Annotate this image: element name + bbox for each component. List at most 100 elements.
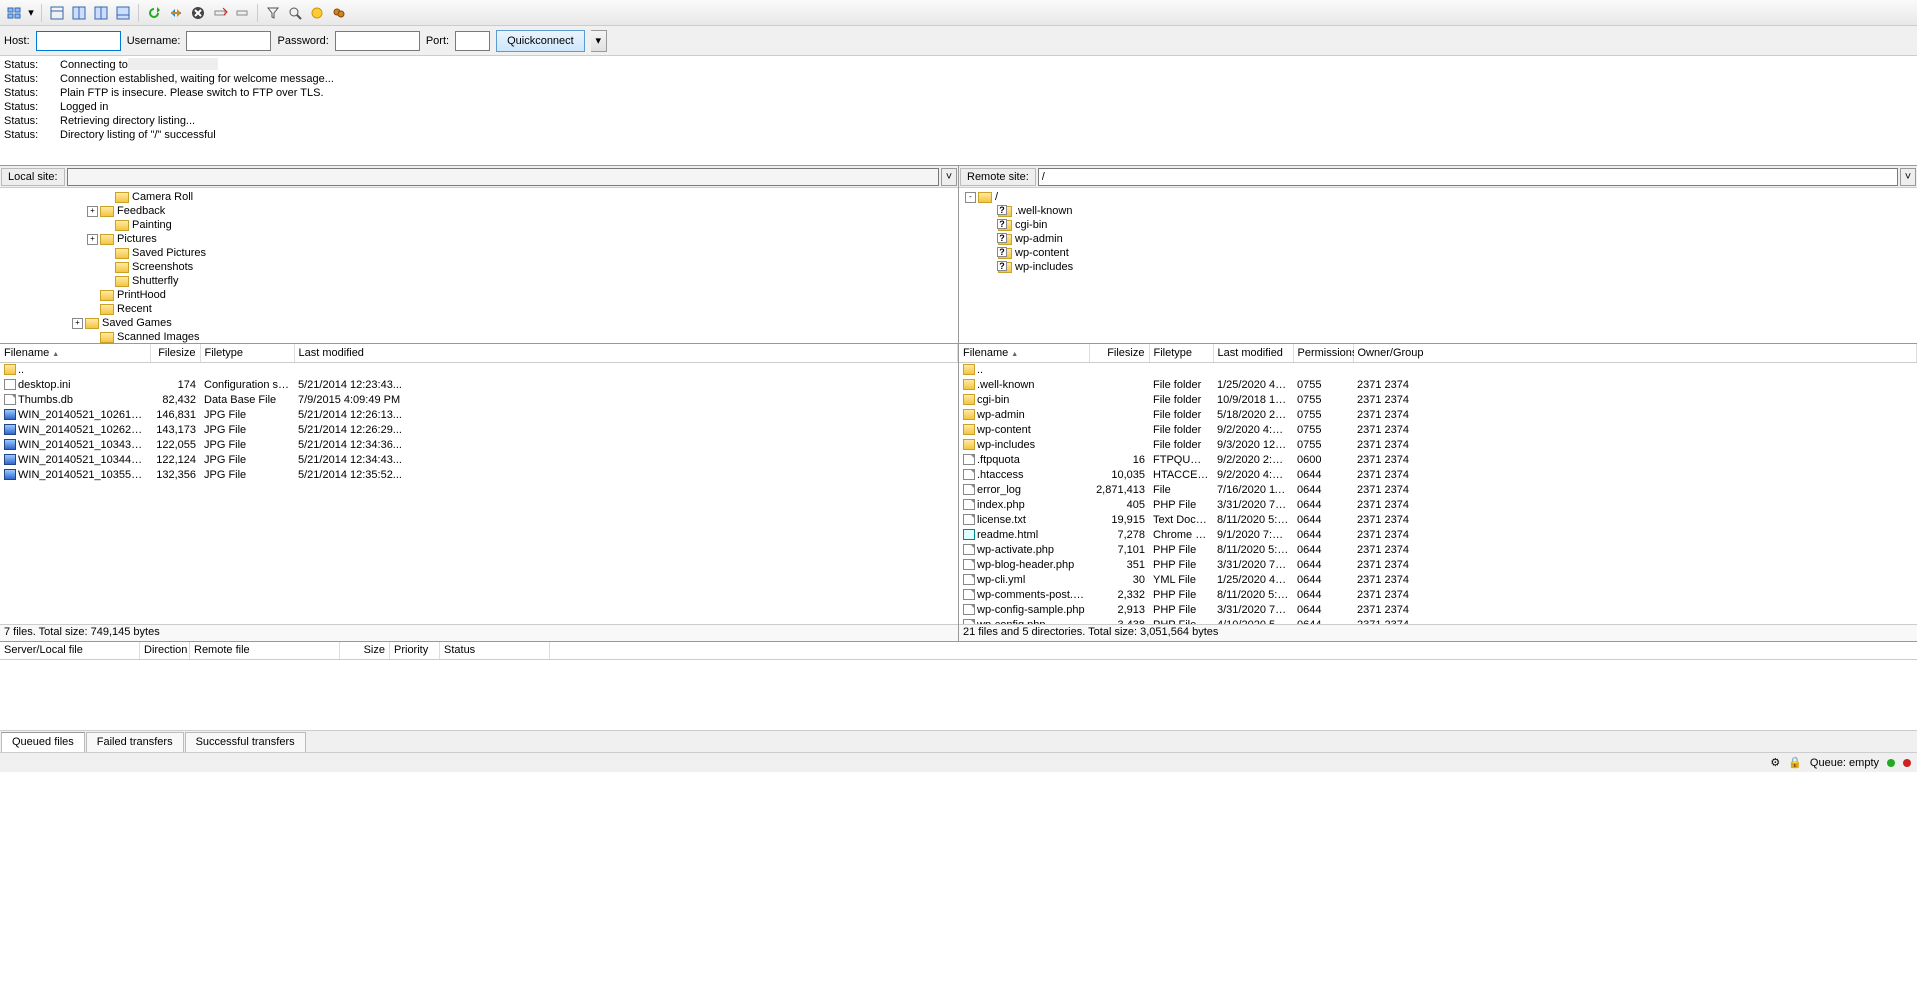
tree-node[interactable]: wp-includes	[961, 260, 1915, 274]
remote-col-filesize[interactable]: Filesize	[1089, 344, 1149, 362]
list-item[interactable]: WIN_20140521_102629.JPG143,173JPG File5/…	[0, 422, 958, 437]
tree-node[interactable]: -/	[961, 190, 1915, 204]
list-item[interactable]: wp-activate.php7,101PHP File8/11/2020 5:…	[959, 542, 1917, 557]
tree-node[interactable]: Shutterfly	[2, 274, 956, 288]
local-file-list[interactable]: Filename▲ Filesize Filetype Last modifie…	[0, 344, 958, 624]
list-item[interactable]: desktop.ini174Configuration setti...5/21…	[0, 377, 958, 392]
compare-icon[interactable]	[307, 3, 327, 23]
list-item[interactable]: .ftpquota16FTPQUOTA...9/2/2020 2:29:4...…	[959, 452, 1917, 467]
queue-col-direction[interactable]: Direction	[140, 642, 190, 659]
find-icon[interactable]	[329, 3, 349, 23]
remote-col-owner[interactable]: Owner/Group	[1353, 344, 1917, 362]
expand-icon[interactable]: +	[87, 234, 98, 245]
list-item[interactable]: WIN_20140521_103552.JPG132,356JPG File5/…	[0, 467, 958, 482]
cancel-icon[interactable]	[188, 3, 208, 23]
folder-icon	[115, 262, 129, 273]
list-item[interactable]: wp-config.php3,438PHP File4/10/2020 5:07…	[959, 617, 1917, 624]
tab-failed-transfers[interactable]: Failed transfers	[86, 732, 184, 752]
refresh-icon[interactable]	[144, 3, 164, 23]
tree-node[interactable]: +Saved Games	[2, 316, 956, 330]
list-item[interactable]: index.php405PHP File3/31/2020 7:26:...06…	[959, 497, 1917, 512]
list-item[interactable]: .well-knownFile folder1/25/2020 4:23:...…	[959, 377, 1917, 392]
list-item[interactable]: wp-comments-post.p...2,332PHP File8/11/2…	[959, 587, 1917, 602]
tree-node[interactable]: +Feedback	[2, 204, 956, 218]
remote-path-dropdown[interactable]: ˅	[1900, 168, 1916, 186]
tab-queued-files[interactable]: Queued files	[1, 732, 85, 752]
local-col-filesize[interactable]: Filesize	[150, 344, 200, 362]
local-path-dropdown[interactable]: ˅	[941, 168, 957, 186]
tree-node[interactable]: Screenshots	[2, 260, 956, 274]
disconnect-icon[interactable]	[210, 3, 230, 23]
tree-node[interactable]: PrintHood	[2, 288, 956, 302]
tree-node[interactable]: .well-known	[961, 204, 1915, 218]
status-log[interactable]: Status:Connecting to Status:Connection e…	[0, 56, 1917, 166]
password-input[interactable]	[335, 31, 420, 51]
dropdown-arrow-icon[interactable]: ▾	[26, 3, 36, 23]
site-manager-icon[interactable]	[4, 3, 24, 23]
remote-col-filename[interactable]: Filename▲	[959, 344, 1089, 362]
list-item[interactable]: license.txt19,915Text Docu...8/11/2020 5…	[959, 512, 1917, 527]
lock-icon[interactable]: 🔒	[1788, 756, 1802, 769]
expand-icon[interactable]: -	[965, 192, 976, 203]
process-queue-icon[interactable]	[166, 3, 186, 23]
list-item[interactable]: WIN_20140521_103436.JPG122,055JPG File5/…	[0, 437, 958, 452]
list-item[interactable]: wp-adminFile folder5/18/2020 2:52:...075…	[959, 407, 1917, 422]
remote-col-modified[interactable]: Last modified	[1213, 344, 1293, 362]
tree-node[interactable]: Scanned Images	[2, 330, 956, 344]
queue-col-server[interactable]: Server/Local file	[0, 642, 140, 659]
list-item[interactable]: readme.html7,278Chrome H...9/1/2020 7:22…	[959, 527, 1917, 542]
list-item[interactable]: .htaccess10,035HTACCESS ...9/2/2020 4:30…	[959, 467, 1917, 482]
tree-node[interactable]: +Pictures	[2, 232, 956, 246]
tree-node[interactable]: Painting	[2, 218, 956, 232]
tree-node[interactable]: Camera Roll	[2, 190, 956, 204]
filter-icon[interactable]	[263, 3, 283, 23]
local-col-filetype[interactable]: Filetype	[200, 344, 294, 362]
queue-col-status[interactable]: Status	[440, 642, 550, 659]
tree-node[interactable]: cgi-bin	[961, 218, 1915, 232]
reconnect-icon[interactable]	[232, 3, 252, 23]
list-item[interactable]: ..	[959, 362, 1917, 377]
quickconnect-history-dropdown[interactable]: ▾	[591, 30, 607, 52]
local-col-filename[interactable]: Filename▲	[0, 344, 150, 362]
tree-node[interactable]: wp-content	[961, 246, 1915, 260]
list-item[interactable]: ..	[0, 362, 958, 377]
tree-node[interactable]: wp-admin	[961, 232, 1915, 246]
local-col-modified[interactable]: Last modified	[294, 344, 958, 362]
local-path-input[interactable]	[67, 168, 939, 186]
tab-successful-transfers[interactable]: Successful transfers	[185, 732, 306, 752]
expand-icon[interactable]: +	[72, 318, 83, 329]
remote-file-list[interactable]: Filename▲ Filesize Filetype Last modifie…	[959, 344, 1917, 624]
queue-col-priority[interactable]: Priority	[390, 642, 440, 659]
remote-col-filetype[interactable]: Filetype	[1149, 344, 1213, 362]
expand-icon[interactable]: +	[87, 206, 98, 217]
remote-path-input[interactable]	[1038, 168, 1898, 186]
list-item[interactable]: wp-cli.yml30YML File1/25/2020 4:19:...06…	[959, 572, 1917, 587]
port-input[interactable]	[455, 31, 490, 51]
search-icon[interactable]	[285, 3, 305, 23]
list-item[interactable]: wp-includesFile folder9/3/2020 12:21:...…	[959, 437, 1917, 452]
list-item[interactable]: wp-config-sample.php2,913PHP File3/31/20…	[959, 602, 1917, 617]
username-input[interactable]	[186, 31, 271, 51]
queue-body[interactable]	[0, 660, 1917, 730]
list-item[interactable]: Thumbs.db82,432Data Base File7/9/2015 4:…	[0, 392, 958, 407]
toggle-remote-tree-icon[interactable]	[91, 3, 111, 23]
list-item[interactable]: wp-blog-header.php351PHP File3/31/2020 7…	[959, 557, 1917, 572]
remote-tree[interactable]: -/.well-knowncgi-binwp-adminwp-contentwp…	[959, 188, 1917, 344]
queue-col-size[interactable]: Size	[340, 642, 390, 659]
tree-node[interactable]: Saved Pictures	[2, 246, 956, 260]
host-input[interactable]	[36, 31, 121, 51]
list-item[interactable]: WIN_20140521_103443.JPG122,124JPG File5/…	[0, 452, 958, 467]
remote-col-permissions[interactable]: Permissions	[1293, 344, 1353, 362]
local-tree[interactable]: Camera Roll+FeedbackPainting+PicturesSav…	[0, 188, 958, 344]
gear-icon[interactable]: ⚙	[1770, 756, 1780, 769]
quickconnect-button[interactable]: Quickconnect	[496, 30, 585, 52]
list-item[interactable]: WIN_20140521_102613.JPG146,831JPG File5/…	[0, 407, 958, 422]
queue-col-remote[interactable]: Remote file	[190, 642, 340, 659]
toggle-log-icon[interactable]	[47, 3, 67, 23]
tree-node[interactable]: Recent	[2, 302, 956, 316]
toggle-queue-icon[interactable]	[113, 3, 133, 23]
toggle-local-tree-icon[interactable]	[69, 3, 89, 23]
list-item[interactable]: error_log2,871,413File7/16/2020 11:4...0…	[959, 482, 1917, 497]
list-item[interactable]: wp-contentFile folder9/2/2020 4:37:5...0…	[959, 422, 1917, 437]
list-item[interactable]: cgi-binFile folder10/9/2018 1:14:...0755…	[959, 392, 1917, 407]
